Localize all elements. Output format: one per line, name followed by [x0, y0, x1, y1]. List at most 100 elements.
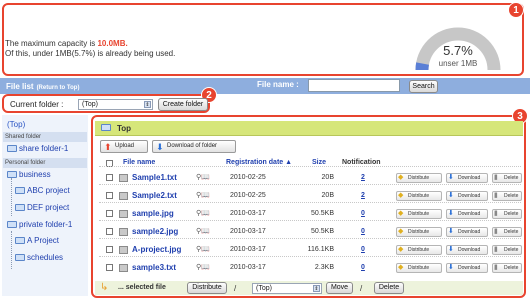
- column-header-size[interactable]: Size: [312, 159, 326, 166]
- notification-count[interactable]: 2: [361, 192, 365, 199]
- download-button[interactable]: ⬇ Download: [446, 191, 488, 201]
- delete-selected-button[interactable]: Delete: [374, 282, 404, 294]
- notification-count[interactable]: 0: [361, 246, 365, 253]
- upload-arrow-icon: ⬆: [104, 142, 112, 152]
- row-checkbox[interactable]: [106, 210, 113, 217]
- return-to-top-link[interactable]: (Return to Top): [37, 85, 80, 91]
- tree-item-def-project[interactable]: DEF project: [15, 203, 69, 212]
- download-icon: ⬇: [448, 210, 454, 217]
- tree-item-business[interactable]: business: [7, 170, 51, 179]
- distribute-selected-button[interactable]: Distribute: [187, 282, 227, 294]
- download-folder-label: Download of folder: [167, 143, 218, 149]
- file-name-link[interactable]: sample2.jpg: [132, 227, 178, 236]
- file-info-icon[interactable]: ⚲📖: [196, 228, 210, 236]
- gauge-subtitle: unser 1MB: [438, 59, 478, 68]
- distribute-icon: ◆: [398, 210, 404, 217]
- trash-icon: ▮: [494, 228, 498, 235]
- download-label: Download: [458, 175, 481, 181]
- file-info-icon[interactable]: ⚲📖: [196, 174, 210, 182]
- file-icon: [119, 210, 128, 218]
- tree-item-label: private folder-1: [19, 220, 73, 229]
- file-icon: [119, 174, 128, 182]
- distribute-icon: ◆: [398, 192, 404, 199]
- download-button[interactable]: ⬇ Download: [446, 245, 488, 255]
- row-checkbox[interactable]: [106, 228, 113, 235]
- search-button[interactable]: Search: [409, 80, 438, 93]
- notification-count[interactable]: 2: [361, 174, 365, 181]
- upload-label: Upload: [115, 143, 135, 149]
- tree-item-label: DEF project: [27, 203, 70, 212]
- file-name-link[interactable]: Sample2.txt: [132, 191, 177, 200]
- download-folder-button[interactable]: ⬇ Download of folder: [152, 140, 236, 153]
- tree-item-a-project[interactable]: A Project: [15, 236, 59, 245]
- current-folder-select[interactable]: (Top) ⇕: [78, 99, 153, 110]
- current-folder-label: Current folder :: [10, 100, 64, 109]
- tree-item-abc-project[interactable]: ABC project: [15, 186, 70, 195]
- current-folder-value: (Top): [82, 101, 98, 108]
- file-list-label: File list: [6, 82, 34, 91]
- download-button[interactable]: ⬇ Download: [446, 263, 488, 273]
- distribute-button[interactable]: ◆ Distribute: [396, 263, 442, 273]
- file-info-icon[interactable]: ⚲📖: [196, 192, 210, 200]
- upload-button[interactable]: ⬆ Upload: [100, 140, 148, 153]
- tree-item-private-folder-1[interactable]: private folder-1: [7, 220, 72, 229]
- tree-item-schedules[interactable]: schedules: [15, 253, 63, 262]
- distribute-button[interactable]: ◆ Distribute: [396, 191, 442, 201]
- row-checkbox[interactable]: [106, 246, 113, 253]
- delete-button[interactable]: ▮ Delete: [492, 209, 522, 219]
- folder-icon: [7, 145, 17, 152]
- distribute-button[interactable]: ◆ Distribute: [396, 245, 442, 255]
- distribute-button[interactable]: ◆ Distribute: [396, 227, 442, 237]
- trash-icon: ▮: [494, 192, 498, 199]
- sort-asc-icon: ▲: [285, 159, 293, 166]
- file-name-link[interactable]: sample3.txt: [132, 263, 176, 272]
- registration-date-label: Registration date: [226, 159, 284, 166]
- file-size: 116.1KB: [307, 246, 334, 253]
- delete-button[interactable]: ▮ Delete: [492, 245, 522, 255]
- column-header-registration-date[interactable]: Registration date ▲: [226, 159, 292, 166]
- move-target-folder-select[interactable]: (Top) ⇕: [252, 283, 322, 294]
- create-folder-button[interactable]: Create folder: [158, 98, 208, 111]
- delete-button[interactable]: ▮ Delete: [492, 191, 522, 201]
- distribute-button[interactable]: ◆ Distribute: [396, 209, 442, 219]
- column-header-file-name[interactable]: File name: [123, 159, 155, 166]
- file-info-icon[interactable]: ⚲📖: [196, 246, 210, 254]
- notification-count[interactable]: 0: [361, 264, 365, 271]
- delete-button[interactable]: ▮ Delete: [492, 263, 522, 273]
- registration-date: 2010-03-17: [230, 210, 266, 217]
- download-button[interactable]: ⬇ Download: [446, 173, 488, 183]
- row-checkbox[interactable]: [106, 192, 113, 199]
- file-icon: [119, 246, 128, 254]
- tree-item-label: share folder-1: [19, 144, 69, 153]
- file-name-link[interactable]: A-project.jpg: [132, 245, 181, 254]
- file-info-icon[interactable]: ⚲📖: [196, 264, 210, 272]
- select-arrow-icon: ⇕: [144, 101, 151, 108]
- row-checkbox[interactable]: [106, 264, 113, 271]
- delete-label: Delete: [504, 175, 519, 181]
- download-button[interactable]: ⬇ Download: [446, 227, 488, 237]
- registration-date: 2010-03-17: [230, 264, 266, 271]
- notification-count[interactable]: 0: [361, 228, 365, 235]
- delete-button[interactable]: ▮ Delete: [492, 173, 522, 183]
- tree-item-share-folder-1[interactable]: share folder-1: [7, 144, 68, 153]
- row-checkbox[interactable]: [106, 174, 113, 181]
- file-info-icon[interactable]: ⚲📖: [196, 210, 210, 218]
- file-name-link[interactable]: Sample1.txt: [132, 173, 177, 182]
- registration-date: 2010-03-17: [230, 228, 266, 235]
- file-size: 20B: [321, 174, 334, 181]
- notification-count[interactable]: 0: [361, 210, 365, 217]
- distribute-icon: ◆: [398, 228, 404, 235]
- file-name-search-input[interactable]: [308, 79, 400, 92]
- download-button[interactable]: ⬇ Download: [446, 209, 488, 219]
- column-header-notification: Notification: [342, 159, 381, 166]
- distribute-button[interactable]: ◆ Distribute: [396, 173, 442, 183]
- file-list-title: File list (Return to Top): [6, 82, 79, 91]
- tree-item-label: ABC project: [27, 186, 70, 195]
- move-button[interactable]: Move: [326, 282, 353, 294]
- current-folder-title: Top: [117, 124, 132, 133]
- file-name-link[interactable]: sample.jpg: [132, 209, 174, 218]
- callout-number-1: 1: [508, 2, 524, 18]
- tree-root-top[interactable]: (Top): [7, 120, 25, 129]
- delete-button[interactable]: ▮ Delete: [492, 227, 522, 237]
- file-size: 2.3KB: [314, 264, 334, 271]
